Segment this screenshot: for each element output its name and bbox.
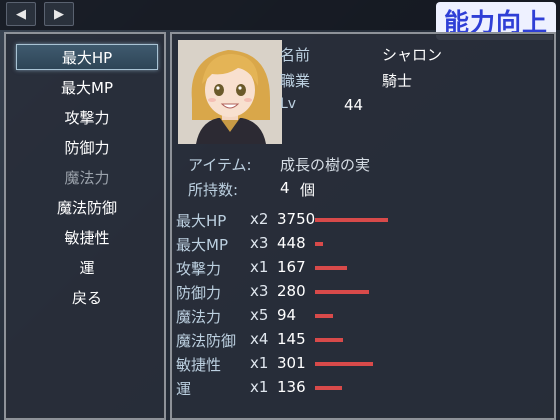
actor-class: 騎士 [382, 72, 413, 90]
command-window: 最大HP 最大MP 攻撃力 防御力 魔法力 魔法防御 敏捷性 運 戻る [4, 32, 166, 420]
stat-row-max-mp: 最大MP x3 448 [176, 232, 552, 254]
stat-name: 最大HP [176, 212, 227, 230]
stat-multiplier: x1 [250, 258, 269, 276]
count-unit: 個 [300, 181, 316, 199]
stat-bar [315, 362, 373, 366]
stat-value: 301 [277, 354, 306, 372]
stat-bar [315, 386, 342, 390]
stat-multiplier: x2 [250, 210, 269, 228]
stat-value: 280 [277, 282, 306, 300]
stat-value: 136 [277, 378, 306, 396]
name-label: 名前 [280, 46, 311, 64]
count-value: 4 [280, 179, 290, 197]
stat-multiplier: x3 [250, 282, 269, 300]
actor-level: 44 [344, 96, 364, 114]
stat-multiplier: x3 [250, 234, 269, 252]
class-label: 職業 [280, 72, 311, 90]
status-window: 名前 シャロン 職業 騎士 Lv 44 アイテム: 成長の樹の実 所持数: 4 … [170, 32, 556, 420]
next-actor-button[interactable]: ▶ [44, 2, 74, 26]
stat-multiplier: x4 [250, 330, 269, 348]
command-magic-defense[interactable]: 魔法防御 [16, 194, 158, 220]
stat-value: 448 [277, 234, 306, 252]
stat-row-magic-attack: 魔法力 x5 94 [176, 304, 552, 326]
stat-row-attack: 攻撃力 x1 167 [176, 256, 552, 278]
actor-name: シャロン [382, 46, 443, 64]
item-label: アイテム: [188, 156, 252, 174]
stat-bar [315, 266, 347, 270]
command-back[interactable]: 戻る [16, 284, 158, 310]
item-name: 成長の樹の実 [280, 156, 371, 174]
command-agility[interactable]: 敏捷性 [16, 224, 158, 250]
stat-value: 3750 [277, 210, 316, 228]
stat-row-max-hp: 最大HP x2 3750 [176, 208, 552, 230]
command-max-hp[interactable]: 最大HP [16, 44, 158, 70]
prev-actor-button[interactable]: ◀ [6, 2, 36, 26]
count-label: 所持数: [188, 181, 239, 199]
stat-multiplier: x1 [250, 354, 269, 372]
stat-name: 魔法防御 [176, 332, 237, 350]
stat-name: 運 [176, 380, 192, 398]
stat-value: 167 [277, 258, 306, 276]
command-magic-attack[interactable]: 魔法力 [16, 164, 158, 190]
stat-bar [315, 242, 323, 246]
stat-value: 94 [277, 306, 297, 324]
stat-name: 魔法力 [176, 308, 222, 326]
stat-multiplier: x1 [250, 378, 269, 396]
command-luck[interactable]: 運 [16, 254, 158, 280]
stat-name: 攻撃力 [176, 260, 222, 278]
stat-bar [315, 218, 388, 222]
stat-name: 敏捷性 [176, 356, 222, 374]
stat-row-magic-defense: 魔法防御 x4 145 [176, 328, 552, 350]
stat-name: 最大MP [176, 236, 228, 254]
command-max-mp[interactable]: 最大MP [16, 74, 158, 100]
stat-name: 防御力 [176, 284, 222, 302]
stat-bar [315, 314, 333, 318]
stat-row-defense: 防御力 x3 280 [176, 280, 552, 302]
stat-bar [315, 338, 343, 342]
stat-row-luck: 運 x1 136 [176, 376, 552, 398]
actor-portrait [178, 40, 282, 144]
stat-row-agility: 敏捷性 x1 301 [176, 352, 552, 374]
level-label: Lv [280, 96, 297, 112]
chevron-right-icon: ▶ [54, 6, 64, 22]
stat-bar [315, 290, 369, 294]
chevron-left-icon: ◀ [16, 6, 26, 22]
command-attack[interactable]: 攻撃力 [16, 104, 158, 130]
stat-multiplier: x5 [250, 306, 269, 324]
command-defense[interactable]: 防御力 [16, 134, 158, 160]
stat-value: 145 [277, 330, 306, 348]
